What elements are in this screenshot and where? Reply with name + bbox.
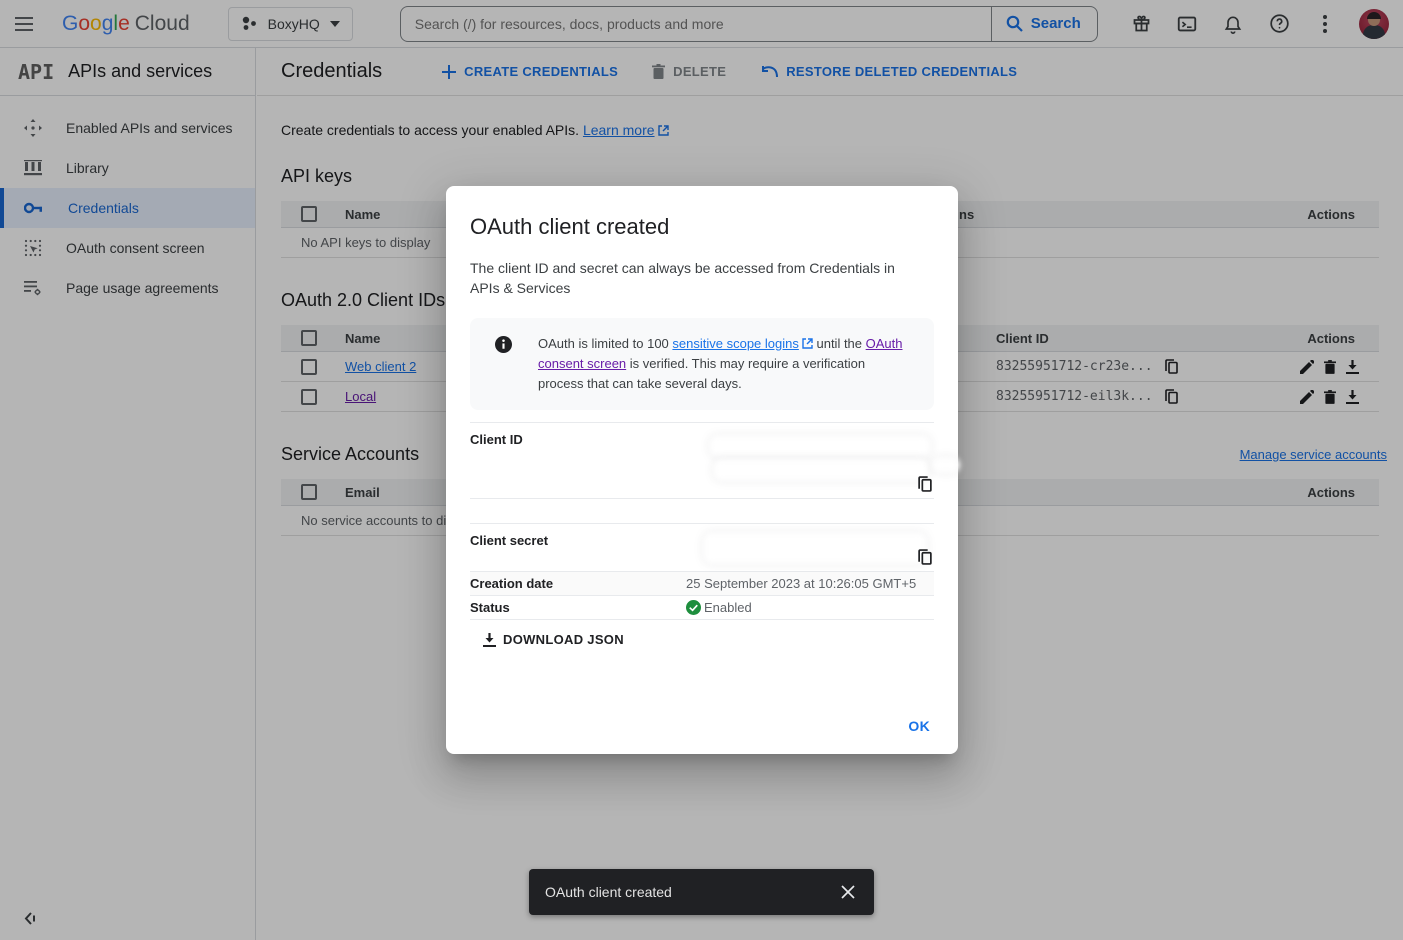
dialog-subtitle: The client ID and secret can always be a…	[470, 258, 922, 298]
status-row: Status Enabled	[470, 596, 934, 620]
oauth-client-created-dialog: OAuth client created The client ID and s…	[446, 186, 958, 754]
client-secret-label: Client secret	[470, 524, 686, 571]
dialog-note: OAuth is limited to 100 sensitive scope …	[470, 318, 934, 410]
client-id-row: Client ID	[470, 422, 934, 499]
info-icon	[495, 336, 512, 353]
client-id-label: Client ID	[470, 423, 686, 498]
client-secret-row: Client secret	[470, 523, 934, 572]
note-text: OAuth is limited to 100 sensitive scope …	[538, 334, 910, 394]
client-id-redacted	[709, 435, 931, 457]
status-value: Enabled	[704, 600, 752, 615]
toast-snackbar: OAuth client created	[529, 869, 874, 915]
status-enabled-check-icon	[686, 600, 701, 615]
client-id-redacted	[932, 457, 960, 473]
client-id-redacted	[713, 459, 929, 481]
copy-icon[interactable]	[918, 549, 932, 565]
toast-message: OAuth client created	[545, 884, 672, 900]
ok-button[interactable]: OK	[908, 718, 930, 734]
close-icon[interactable]	[838, 882, 858, 902]
dialog-fields: Client ID Client secret Creation date 25…	[470, 422, 934, 620]
dialog-title: OAuth client created	[470, 214, 934, 240]
copy-icon[interactable]	[918, 476, 932, 492]
download-icon	[483, 633, 496, 647]
status-label: Status	[470, 596, 686, 619]
creation-date-row: Creation date 25 September 2023 at 10:26…	[470, 572, 934, 596]
creation-date-value: 25 September 2023 at 10:26:05 GMT+5	[686, 572, 934, 595]
sensitive-scope-logins-link[interactable]: sensitive scope logins	[672, 336, 798, 351]
download-json-button[interactable]: DOWNLOAD JSON	[483, 632, 624, 647]
external-link-icon	[802, 338, 813, 349]
creation-date-label: Creation date	[470, 572, 686, 595]
client-secret-redacted	[703, 532, 927, 564]
